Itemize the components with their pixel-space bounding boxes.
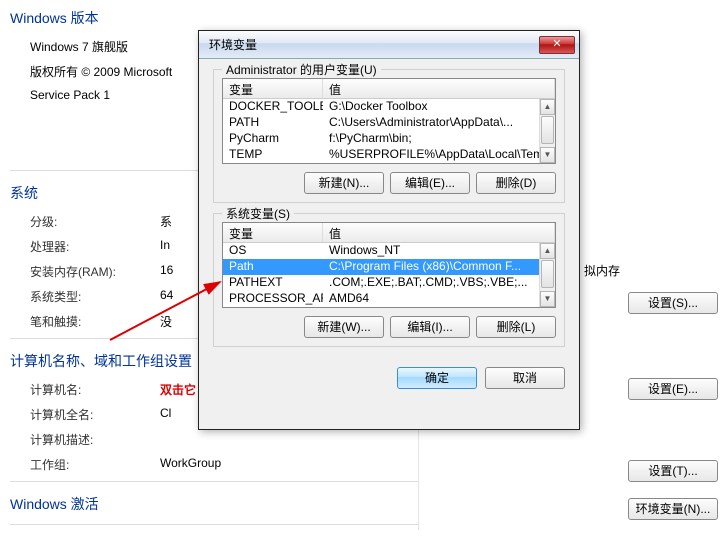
var-name: PATH (223, 115, 323, 131)
scrollbar[interactable]: ▲ ▼ (539, 99, 555, 163)
list-header: 变量 值 (223, 223, 555, 243)
var-value: AMD64 (323, 291, 555, 307)
cpu-value: In (160, 238, 170, 255)
table-row[interactable]: PyCharmf:\PyCharm\bin; (223, 131, 555, 147)
copyright-text: 版权所有 © 2009 Microsoft (30, 63, 172, 80)
rating-label: 分级: (30, 213, 160, 230)
settings-s-button[interactable]: 设置(S)... (628, 292, 718, 314)
col-variable[interactable]: 变量 (223, 79, 323, 98)
col-value[interactable]: 值 (323, 223, 555, 242)
var-value: C:\Users\Administrator\AppData\... (323, 115, 555, 131)
env-vars-dialog: 环境变量 ✕ Administrator 的用户变量(U) 变量 值 DOCKE… (198, 30, 580, 430)
pen-label: 笔和触摸: (30, 313, 160, 330)
service-pack: Service Pack 1 (30, 88, 110, 102)
ok-button[interactable]: 确定 (397, 367, 477, 389)
ram-value: 16 (160, 263, 173, 280)
section-windows-version: Windows 版本 (0, 0, 728, 34)
table-row[interactable]: DOCKER_TOOLB...G:\Docker Toolbox (223, 99, 555, 115)
var-name: TEMP (223, 147, 323, 163)
dialog-titlebar[interactable]: 环境变量 ✕ (199, 31, 579, 59)
col-value[interactable]: 值 (323, 79, 555, 98)
cpu-label: 处理器: (30, 238, 160, 255)
close-icon[interactable]: ✕ (539, 36, 575, 54)
scroll-down-icon[interactable]: ▼ (540, 291, 555, 307)
virtual-memory-label: 拟内存 (584, 262, 620, 279)
list-header: 变量 值 (223, 79, 555, 99)
system-vars-title: 系统变量(S) (222, 205, 294, 222)
var-value: f:\PyCharm\bin; (323, 131, 555, 147)
scroll-thumb[interactable] (541, 260, 554, 288)
var-value: C:\Program Files (x86)\Common F... (323, 259, 555, 275)
rating-value[interactable]: 系 (160, 213, 172, 230)
sys-edit-button[interactable]: 编辑(I)... (390, 316, 470, 338)
computer-fullname-value: Cl (160, 406, 171, 423)
var-name: PyCharm (223, 131, 323, 147)
computer-desc-label: 计算机描述: (30, 431, 160, 448)
ram-label: 安装内存(RAM): (30, 263, 160, 280)
scroll-thumb[interactable] (541, 116, 554, 144)
system-vars-group: 系统变量(S) 变量 值 OSWindows_NTPathC:\Program … (213, 213, 565, 347)
var-value: Windows_NT (323, 243, 555, 259)
table-row[interactable]: PATHEXT.COM;.EXE;.BAT;.CMD;.VBS;.VBE;... (223, 275, 555, 291)
env-vars-button[interactable]: 环境变量(N)... (628, 498, 718, 520)
computer-fullname-label: 计算机全名: (30, 406, 160, 423)
table-row[interactable]: PROCESSOR_AR...AMD64 (223, 291, 555, 307)
var-value: G:\Docker Toolbox (323, 99, 555, 115)
system-vars-list[interactable]: 变量 值 OSWindows_NTPathC:\Program Files (x… (222, 222, 556, 308)
scroll-up-icon[interactable]: ▲ (540, 243, 555, 259)
user-vars-title: Administrator 的用户变量(U) (222, 61, 381, 78)
pen-value: 没 (160, 313, 172, 330)
systype-value: 64 (160, 288, 173, 305)
settings-e-button[interactable]: 设置(E)... (628, 378, 718, 400)
settings-t-button[interactable]: 设置(T)... (628, 460, 718, 482)
user-vars-group: Administrator 的用户变量(U) 变量 值 DOCKER_TOOLB… (213, 69, 565, 203)
var-name: Path (223, 259, 323, 275)
user-edit-button[interactable]: 编辑(E)... (390, 172, 470, 194)
var-name: DOCKER_TOOLB... (223, 99, 323, 115)
table-row[interactable]: PATHC:\Users\Administrator\AppData\... (223, 115, 555, 131)
sys-new-button[interactable]: 新建(W)... (304, 316, 384, 338)
windows-edition: Windows 7 旗舰版 (30, 38, 128, 55)
scroll-down-icon[interactable]: ▼ (540, 147, 555, 163)
col-variable[interactable]: 变量 (223, 223, 323, 242)
var-name: OS (223, 243, 323, 259)
user-delete-button[interactable]: 删除(D) (476, 172, 556, 194)
sys-delete-button[interactable]: 删除(L) (476, 316, 556, 338)
table-row[interactable]: OSWindows_NT (223, 243, 555, 259)
var-value: %USERPROFILE%\AppData\Local\Temp (323, 147, 555, 163)
user-new-button[interactable]: 新建(N)... (304, 172, 384, 194)
scroll-up-icon[interactable]: ▲ (540, 99, 555, 115)
double-click-note: 双击它 (160, 381, 196, 398)
computer-name-label: 计算机名: (30, 381, 160, 398)
var-value: .COM;.EXE;.BAT;.CMD;.VBS;.VBE;... (323, 275, 555, 291)
systype-label: 系统类型: (30, 288, 160, 305)
table-row[interactable]: TEMP%USERPROFILE%\AppData\Local\Temp (223, 147, 555, 163)
cancel-button[interactable]: 取消 (485, 367, 565, 389)
table-row[interactable]: PathC:\Program Files (x86)\Common F... (223, 259, 555, 275)
var-name: PATHEXT (223, 275, 323, 291)
workgroup-label: 工作组: (30, 456, 160, 473)
dialog-title: 环境变量 (209, 36, 539, 53)
var-name: PROCESSOR_AR... (223, 291, 323, 307)
workgroup-value: WorkGroup (160, 456, 221, 473)
scrollbar[interactable]: ▲ ▼ (539, 243, 555, 307)
user-vars-list[interactable]: 变量 值 DOCKER_TOOLB...G:\Docker ToolboxPAT… (222, 78, 556, 164)
